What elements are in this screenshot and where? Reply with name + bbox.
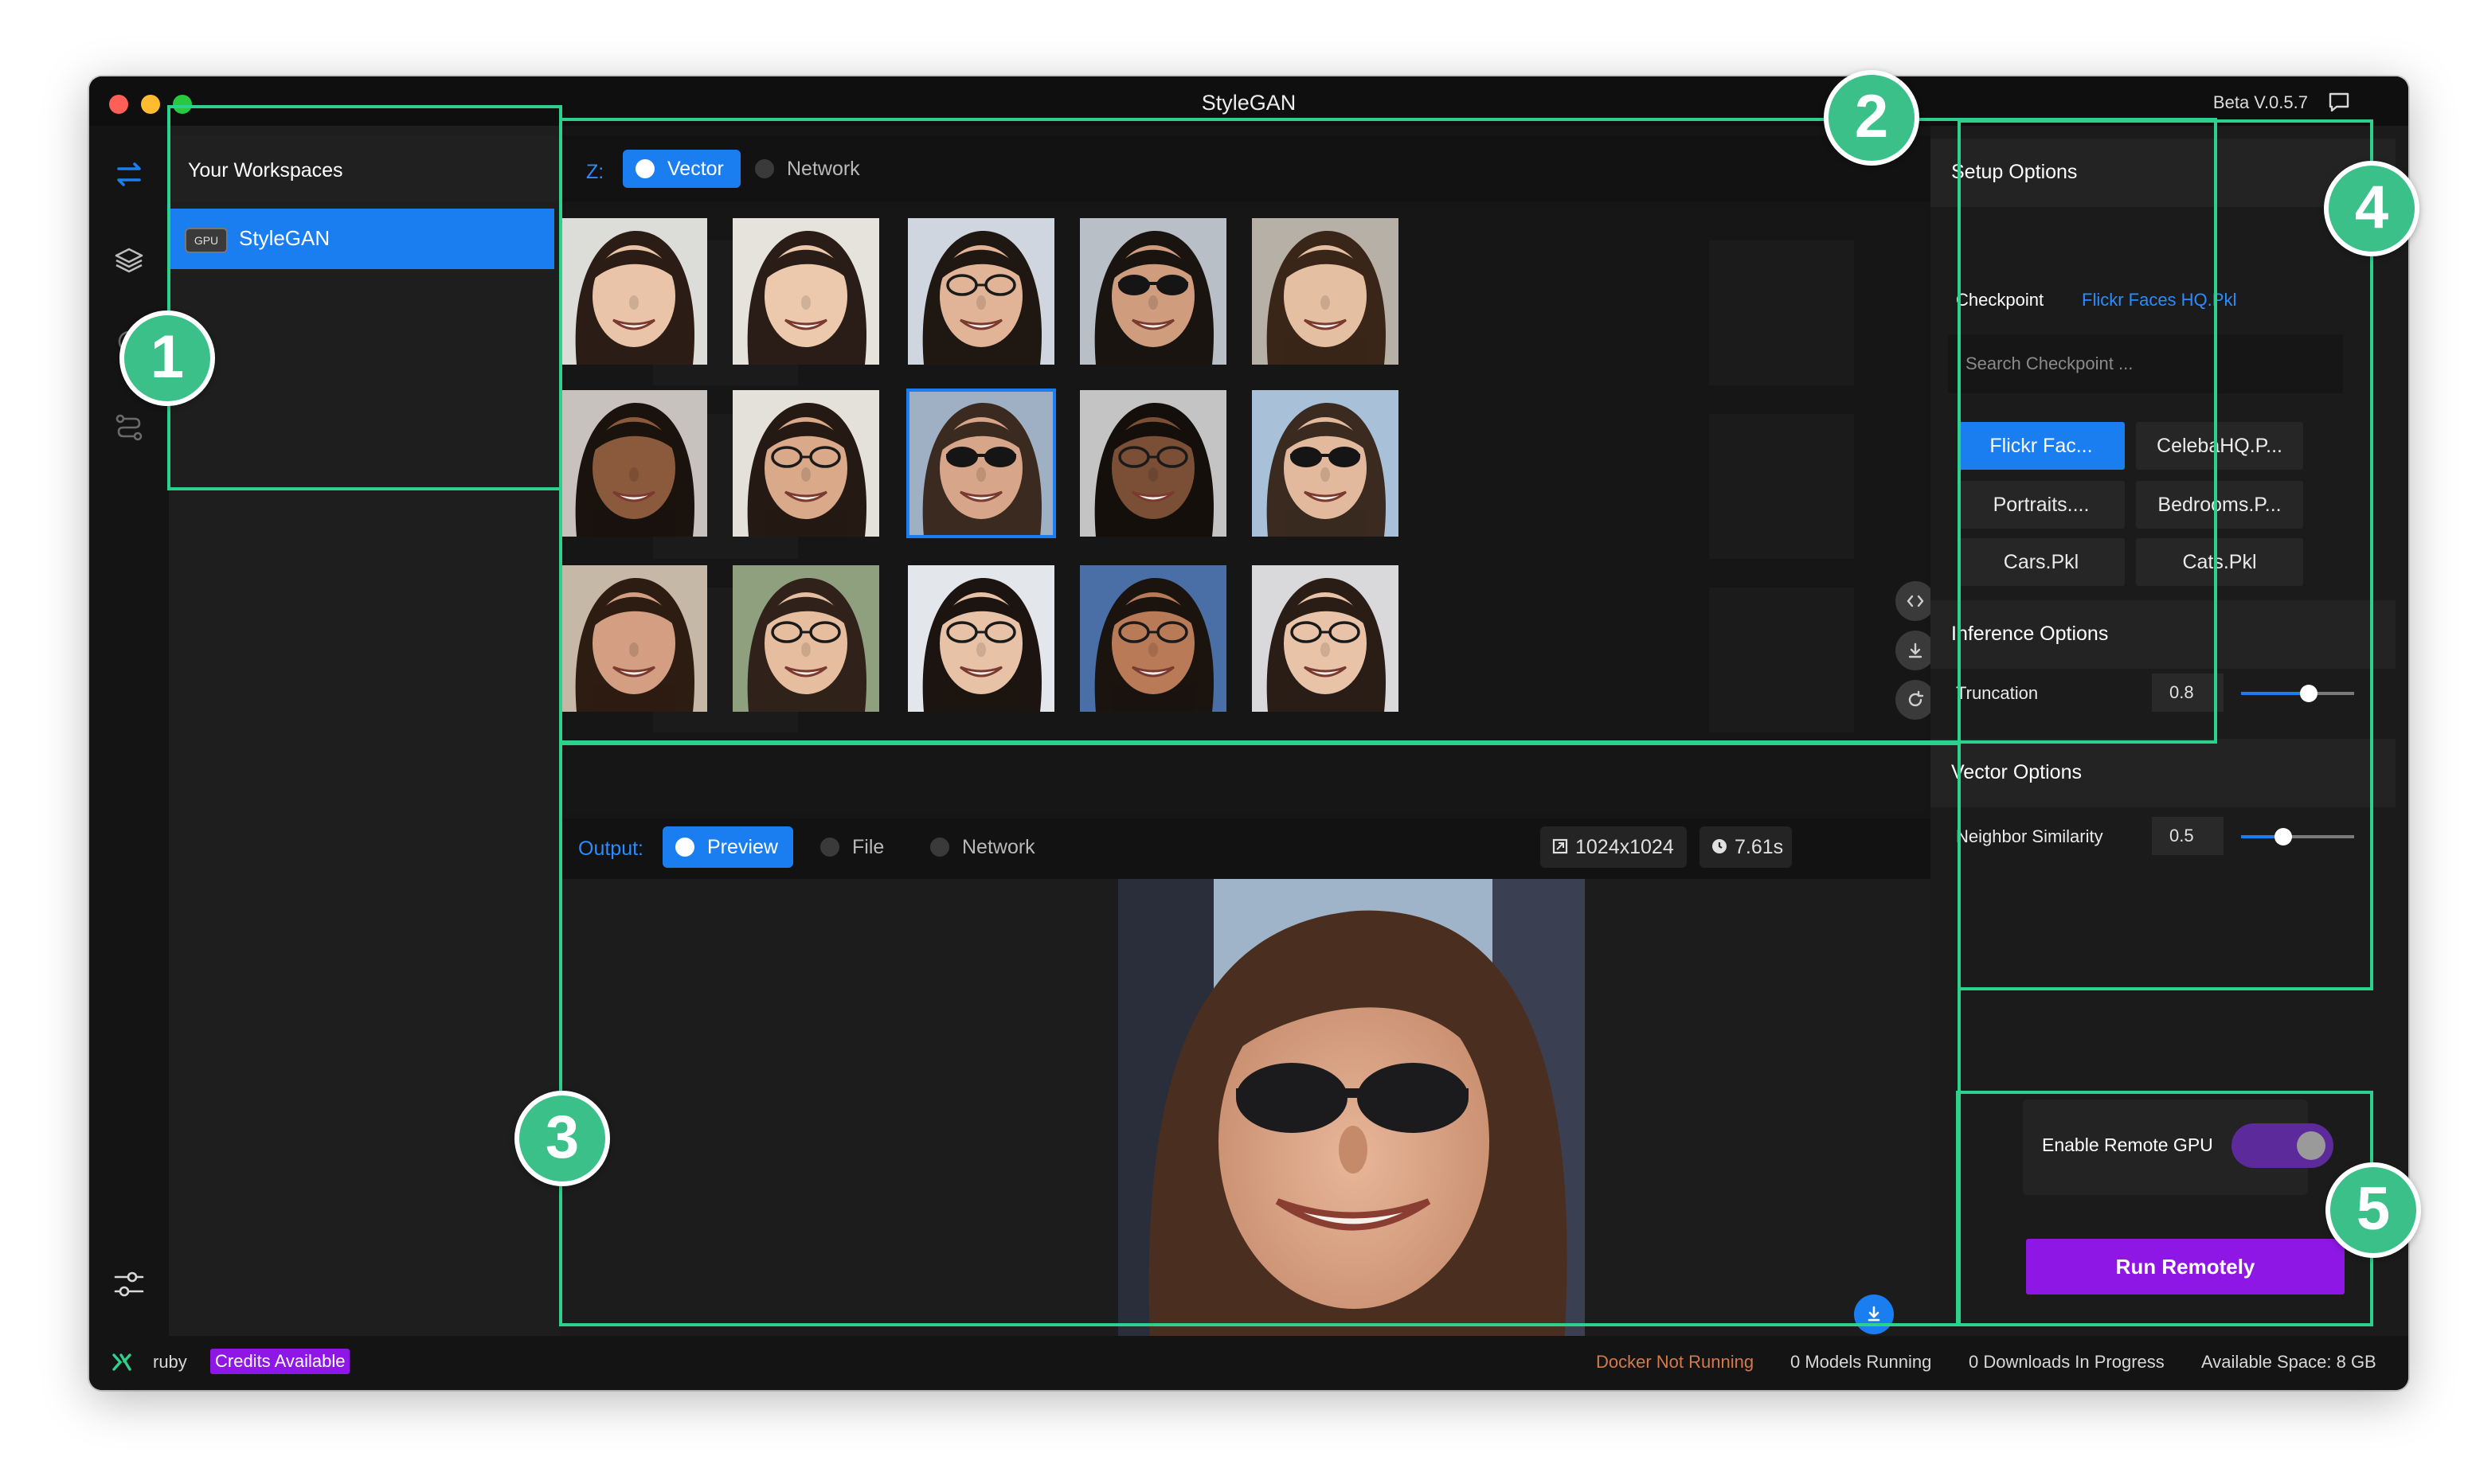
username[interactable]: ruby (153, 1352, 187, 1373)
swap-arrows-icon[interactable] (111, 156, 147, 193)
layers-icon[interactable] (111, 242, 147, 279)
status-bar: ruby Credits Available Docker Not Runnin… (89, 1336, 2408, 1390)
highlight-box-workspaces (167, 105, 562, 490)
highlight-box-output (559, 742, 1961, 1326)
callout-1: 1 (119, 310, 215, 406)
callout-3: 3 (514, 1091, 610, 1186)
callout-2: 2 (1824, 70, 1919, 166)
docker-status: Docker Not Running (1596, 1352, 1754, 1372)
available-space-status: Available Space: 8 GB (2201, 1352, 2376, 1372)
credits-badge[interactable]: Credits Available (210, 1349, 350, 1374)
app-logo-icon (112, 1353, 131, 1371)
route-icon[interactable] (111, 409, 147, 446)
highlight-box-remote (1956, 1091, 2373, 1326)
highlight-box-options (1958, 119, 2373, 990)
downloads-status: 0 Downloads In Progress (1969, 1352, 2165, 1372)
callout-5: 5 (2325, 1162, 2421, 1258)
version-label: Beta V.0.5.7 (2212, 92, 2308, 112)
settings-sliders-icon[interactable] (111, 1266, 147, 1302)
navigation-icon-bar (89, 126, 169, 1344)
callout-4: 4 (2324, 161, 2419, 256)
models-running-status: 0 Models Running (1790, 1352, 1932, 1372)
feedback-chat-icon[interactable] (2327, 91, 2351, 113)
